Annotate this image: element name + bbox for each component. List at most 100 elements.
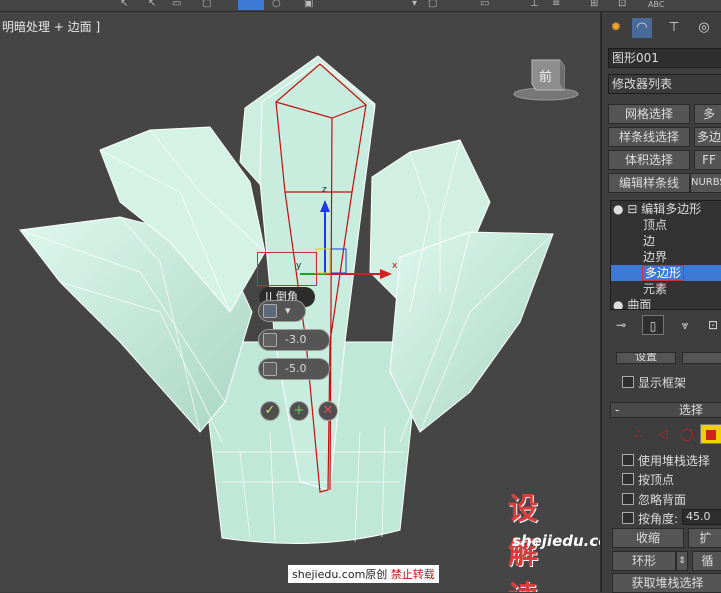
abc-icon[interactable]: ABC (648, 0, 664, 11)
object-name-field[interactable]: 图形001 (608, 48, 721, 68)
nurbs-button[interactable]: NURBS (690, 173, 721, 193)
ignore-backfacing-label: 忽略背面 (638, 493, 687, 507)
bevel-outline-value[interactable]: -5.0 (285, 362, 306, 375)
stack-surface-label: 曲面 (627, 298, 652, 310)
hierarchy-tab-icon[interactable]: ⊤ (664, 18, 684, 38)
window-crossing-icon[interactable]: ▢ (202, 0, 211, 10)
cancel-button[interactable]: ✕ (318, 401, 338, 421)
modify-tab-icon[interactable]: ◠ (632, 18, 652, 38)
stack-root-edit-poly[interactable]: ● ⊟ 编辑多边形 (611, 201, 721, 217)
source-caption: shejiedu.com原创 禁止转载 (288, 565, 439, 583)
select-icon[interactable]: ↖ (120, 0, 128, 10)
mesh-select-button[interactable]: 网格选择 (608, 104, 690, 124)
move-icon[interactable] (238, 0, 264, 10)
stack-item-edge[interactable]: 边 (611, 233, 721, 249)
ffd-button[interactable]: FF (694, 150, 721, 170)
viewcube[interactable]: 前 (512, 54, 580, 102)
by-vertex-checkbox[interactable] (622, 473, 634, 485)
viewcube-front-label: 前 (539, 69, 552, 85)
mirror-icon[interactable]: ▭ (480, 0, 489, 10)
angle-value-field[interactable]: 45.0 (682, 509, 721, 525)
shrink-button[interactable]: 收缩 (612, 528, 684, 548)
gizmo-x-label: x (392, 261, 398, 271)
lightbulb-icon[interactable]: ● (613, 298, 623, 309)
stack-item-element[interactable]: 元素 (611, 281, 721, 297)
rollout-title: 选择 (679, 403, 704, 417)
use-stack-selection-checkbox[interactable] (622, 454, 634, 466)
bevel-outline-field[interactable]: -5.0 (258, 358, 330, 380)
stack-item-surface[interactable]: ● 曲面 (611, 297, 721, 310)
caddy-highlight (257, 252, 317, 286)
align-icon[interactable]: ⊥ (530, 0, 539, 10)
snap-icon[interactable]: ▾ (412, 0, 417, 10)
get-stack-selection-button[interactable]: 获取堆栈选择 (612, 573, 721, 593)
apply-button[interactable]: + (289, 401, 309, 421)
border-mode-icon[interactable]: ◯ (676, 424, 698, 444)
by-angle-label: 按角度: (638, 512, 679, 526)
use-stack-selection-label: 使用堆栈选择 (638, 454, 711, 468)
poly-select-right-button[interactable]: 多边 (694, 127, 721, 147)
group-icon (263, 304, 277, 318)
outline-icon (263, 362, 277, 376)
selection-rollout-header[interactable]: - 选择 (610, 402, 721, 418)
show-cage-label: 显示框架 (638, 376, 687, 390)
loop-button[interactable]: 循 (692, 551, 721, 571)
gizmo-z-label: z (322, 185, 327, 195)
stack-root-label: 编辑多边形 (641, 202, 702, 216)
show-cage-checkbox[interactable] (622, 376, 634, 388)
vertex-mode-icon[interactable]: ∴ (628, 424, 650, 444)
rotate-icon[interactable]: ○ (272, 0, 281, 10)
select-name-icon[interactable]: ↖ (148, 0, 156, 10)
make-unique-icon[interactable]: ⩔ (674, 315, 696, 335)
polygon-mode-icon[interactable] (700, 424, 721, 444)
by-angle-checkbox[interactable] (622, 512, 634, 524)
bevel-height-value[interactable]: -3.0 (285, 333, 306, 346)
remove-modifier-icon[interactable]: ⊡ (702, 315, 721, 335)
perspective-viewport[interactable]: z x y 明暗处理 + 边面 ] 前 || 倒角 ▾ -3.0 -5.0 ✓ … (0, 12, 600, 592)
vol-select-button[interactable]: 体积选择 (608, 150, 690, 170)
watermark-url: shejiedu.com (512, 532, 600, 550)
stack-item-vertex[interactable]: 顶点 (611, 217, 721, 233)
schematic-icon[interactable]: ⊡ (618, 0, 626, 10)
graph-icon[interactable]: ⊞ (590, 0, 598, 10)
stack-tools: ⊸ ▯ ⩔ ⊡ (610, 315, 721, 337)
caption-no-repost: 禁止转载 (390, 568, 435, 581)
dropdown-arrow-icon: ▾ (285, 304, 291, 317)
ok-button[interactable]: ✓ (260, 401, 280, 421)
rect-region-icon[interactable]: ▭ (172, 0, 181, 10)
modifier-stack[interactable]: ● ⊟ 编辑多边形 顶点 边 边界 多边形 元素 ● 曲面 (610, 200, 721, 310)
show-end-result-icon[interactable]: ▯ (642, 315, 664, 335)
grow-button[interactable]: 扩 (688, 528, 721, 548)
bevel-type-dropdown[interactable]: ▾ (258, 300, 306, 322)
stack-item-polygon[interactable]: 多边形 (611, 265, 721, 281)
lightbulb-icon[interactable]: ● (613, 202, 623, 216)
settings-button-right[interactable] (682, 352, 721, 364)
edge-mode-icon[interactable]: ◁ (652, 424, 674, 444)
pin-stack-icon[interactable]: ⊸ (610, 315, 632, 335)
bevel-height-field[interactable]: -3.0 (258, 329, 330, 351)
poly-select-button[interactable]: 多 (694, 104, 721, 124)
height-icon (263, 333, 277, 347)
scale-icon[interactable]: ▣ (304, 0, 313, 10)
create-tab-icon[interactable]: ✹ (606, 18, 626, 38)
motion-tab-icon[interactable]: ◎ (694, 18, 714, 38)
rollout-minus: - (615, 403, 620, 417)
layer-icon[interactable]: ≡ (552, 0, 560, 10)
ring-spinner[interactable]: ⇕ (676, 551, 688, 571)
main-toolbar: ↖ ↖ ▭ ▢ ○ ▣ ▾ ▢ ▭ ⊥ ≡ ⊞ ⊡ ABC (0, 0, 721, 12)
settings-button[interactable]: 设置 (616, 352, 676, 364)
stack-item-polygon-label: 多边形 (641, 265, 685, 281)
caption-site: shejiedu.com (292, 568, 366, 581)
viewport-label[interactable]: 明暗处理 + 边面 ] (2, 18, 100, 35)
edit-spline-button[interactable]: 编辑样条线 (608, 173, 690, 193)
expand-minus-icon[interactable]: ⊟ (627, 202, 637, 216)
caption-original: 原创 (365, 568, 388, 581)
modifier-list-dropdown[interactable]: 修改器列表 (608, 74, 721, 94)
spline-select-button[interactable]: 样条线选择 (608, 127, 690, 147)
ignore-backfacing-checkbox[interactable] (622, 493, 634, 505)
by-vertex-label: 按顶点 (638, 473, 675, 487)
stack-item-border[interactable]: 边界 (611, 249, 721, 265)
command-panel: ✹ ◠ ⊤ ◎ 图形001 修改器列表 网格选择 多 样条线选择 多边 体积选择… (600, 12, 721, 593)
angle-snap-icon[interactable]: ▢ (428, 0, 437, 10)
ring-button[interactable]: 环形 (612, 551, 676, 571)
